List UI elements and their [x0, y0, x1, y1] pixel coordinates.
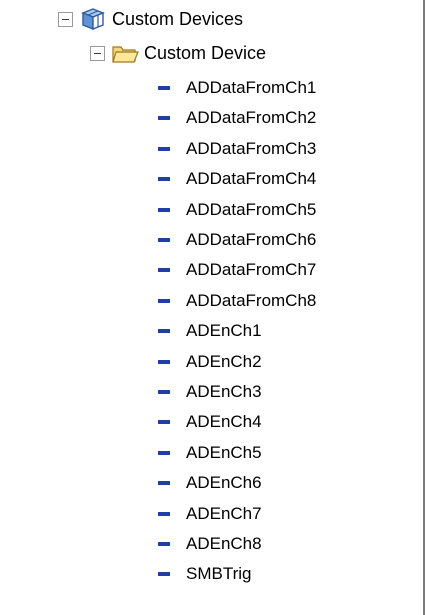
tree-leaf-channel[interactable]: ADEnCh4: [158, 407, 262, 437]
channel-label: ADEnCh8: [186, 534, 262, 553]
tree-leaf-channel[interactable]: ADDataFromCh5: [158, 195, 316, 225]
tree-node-custom-devices[interactable]: Custom Devices: [58, 4, 243, 34]
channel-label: ADEnCh5: [186, 442, 262, 462]
collapse-toggle-custom-device[interactable]: [90, 45, 105, 61]
tree-leaf-channel[interactable]: ADDataFromCh6: [158, 225, 316, 255]
tree-leaf-channel[interactable]: ADEnCh5: [158, 438, 262, 468]
tree-leaf-channel[interactable]: ADEnCh2: [158, 347, 262, 377]
folder-open-icon: [111, 41, 139, 65]
channel-dash-icon: [158, 420, 170, 425]
tree-leaf-channel[interactable]: ADEnCh7: [158, 499, 262, 529]
channel-dash-icon: [158, 481, 170, 486]
tree-leaf-channel[interactable]: SMBTrig: [158, 559, 252, 589]
channel-dash-icon: [158, 116, 170, 121]
channel-dash-icon: [158, 268, 170, 273]
tree-leaf-channel[interactable]: ADDataFromCh4: [158, 164, 316, 194]
channel-dash-icon: [158, 390, 170, 394]
channel-label: ADEnCh4: [186, 412, 262, 432]
channel-label: ADDataFromCh6: [186, 230, 317, 249]
tree-leaf-channel[interactable]: ADEnCh3: [158, 377, 262, 407]
tree-leaf-channel[interactable]: ADEnCh8: [158, 529, 262, 559]
tree-leaf-channel[interactable]: ADDataFromCh8: [158, 286, 316, 316]
tree-leaf-channel[interactable]: ADEnCh6: [158, 468, 262, 498]
channel-label: ADDataFromCh7: [186, 260, 317, 280]
channel-label: ADDataFromCh5: [186, 199, 317, 219]
channel-dash-icon: [158, 207, 170, 212]
tree-node-custom-device[interactable]: Custom Device: [90, 38, 266, 68]
custom-devices-label: Custom Devices: [112, 9, 244, 29]
channel-label: ADDataFromCh1: [186, 78, 317, 97]
channel-dash-icon: [158, 359, 170, 364]
channel-dash-icon: [158, 329, 170, 334]
channel-label: ADDataFromCh4: [186, 169, 317, 189]
channel-label: ADDataFromCh8: [186, 290, 317, 310]
channel-label: ADEnCh1: [186, 321, 262, 341]
tree-leaf-channel[interactable]: ADDataFromCh2: [158, 103, 316, 133]
channel-label: ADEnCh7: [186, 503, 262, 523]
tree-leaf-channel[interactable]: ADDataFromCh1: [158, 73, 316, 103]
channel-label: ADEnCh6: [186, 473, 262, 493]
channel-label: ADEnCh2: [186, 351, 262, 371]
channel-label: ADEnCh3: [186, 382, 262, 401]
collapse-toggle-custom-devices[interactable]: [58, 11, 73, 27]
channel-dash-icon: [158, 450, 170, 455]
channel-dash-icon: [158, 146, 170, 151]
tree-leaf-channel[interactable]: ADDataFromCh7: [158, 255, 316, 285]
channel-dash-icon: [158, 542, 170, 546]
tree-leaf-channel[interactable]: ADDataFromCh3: [158, 134, 316, 164]
channel-dash-icon: [158, 572, 170, 577]
channel-dash-icon: [158, 511, 170, 516]
tree-leaf-channel[interactable]: ADEnCh1: [158, 316, 262, 346]
custom-device-label: Custom Device: [144, 43, 267, 63]
channel-label: ADDataFromCh2: [186, 108, 317, 128]
channel-label: ADDataFromCh3: [186, 138, 317, 158]
channel-dash-icon: [158, 86, 170, 90]
custom-devices-cube-icon: [79, 7, 107, 31]
channel-dash-icon: [158, 298, 170, 303]
channel-dash-icon: [158, 238, 170, 242]
channel-dash-icon: [158, 177, 170, 182]
custom-devices-tree: Custom Devices Custom Device ADDataFromC…: [0, 0, 425, 615]
channel-label: SMBTrig: [186, 564, 252, 584]
